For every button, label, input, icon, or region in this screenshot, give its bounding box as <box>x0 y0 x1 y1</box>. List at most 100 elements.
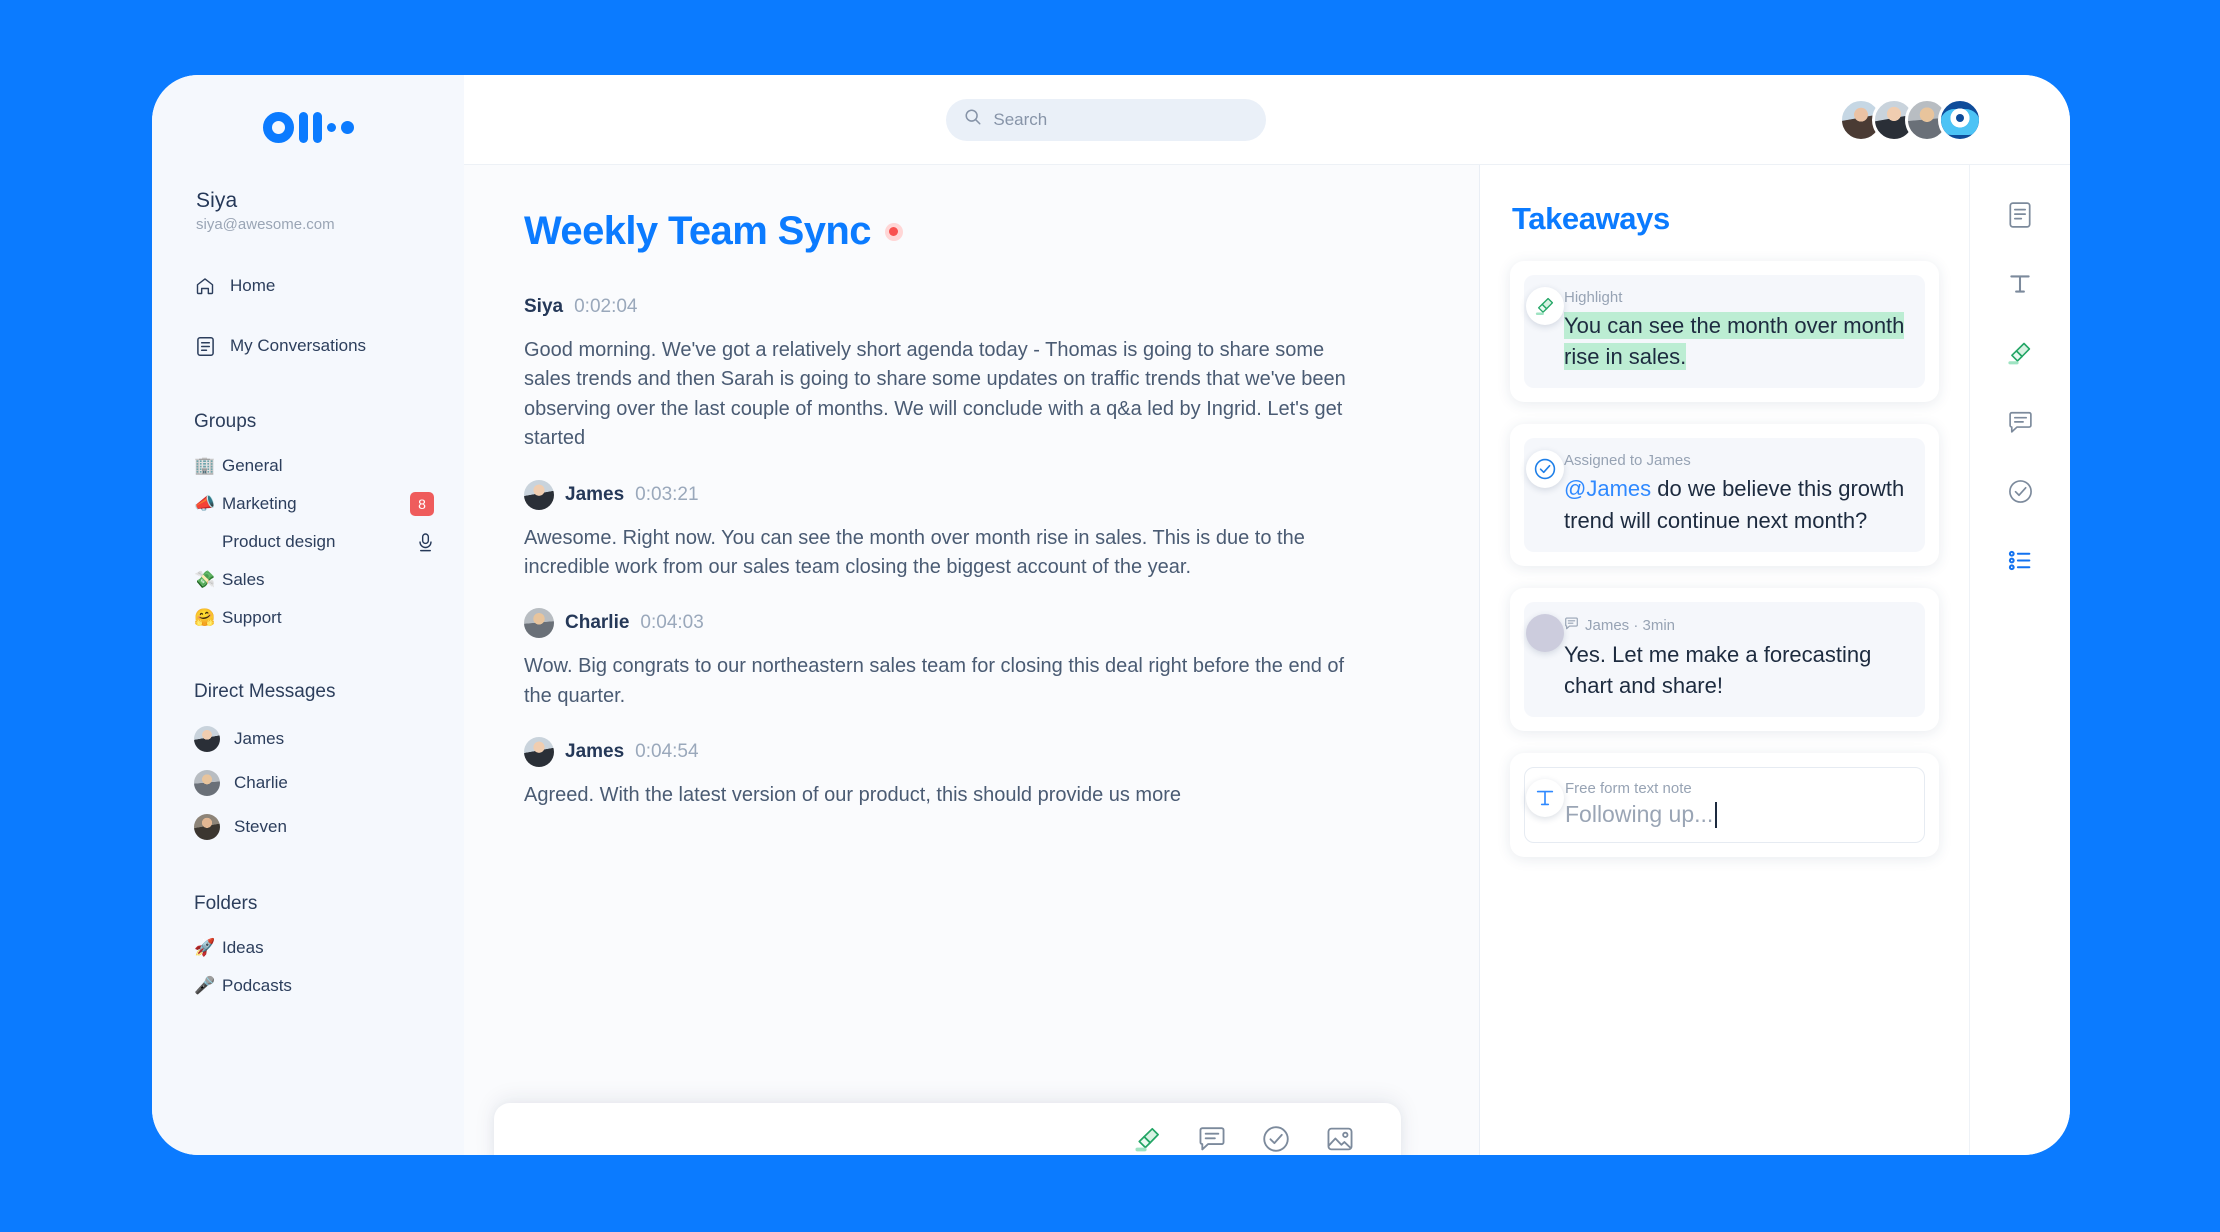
sidebar-group-support-label: Support <box>222 608 282 627</box>
message-header: James 0:03:21 <box>524 479 1401 510</box>
unread-badge: 8 <box>410 492 434 516</box>
page-title: Weekly Team Sync <box>524 209 1401 254</box>
transcript-message[interactable]: Siya 0:02:04 Good morning. We've got a r… <box>524 292 1401 454</box>
note-input[interactable]: Following up... <box>1565 801 1908 828</box>
card-text: @James do we believe this growth trend w… <box>1564 473 1909 535</box>
avatar-james <box>1526 613 1564 652</box>
takeaways-panel: Takeaways Highlight You can see the mont… <box>1480 165 1970 1155</box>
sidebar-group-product-design-label: Product design <box>222 532 336 551</box>
message-timestamp[interactable]: 0:03:21 <box>635 484 698 506</box>
text-icon[interactable] <box>1998 262 2042 306</box>
message-text: Good morning. We've got a relatively sho… <box>524 339 1346 450</box>
takeaway-card-highlight[interactable]: Highlight You can see the month over mon… <box>1510 261 1939 403</box>
comment-icon[interactable] <box>1197 1124 1227 1154</box>
conversations-icon <box>194 336 216 357</box>
sidebar-dm-james[interactable]: James <box>152 717 464 761</box>
text-cursor <box>1715 801 1718 828</box>
sidebar-dm-steven[interactable]: Steven <box>152 805 464 849</box>
floating-action-toolbar <box>494 1103 1401 1155</box>
takeaway-card-comment[interactable]: James · 3min Yes. Let me make a forecast… <box>1510 587 1939 732</box>
sidebar-folder-ideas[interactable]: 🚀 Ideas <box>152 929 464 967</box>
avatar <box>524 479 554 510</box>
takeaway-card-note[interactable]: Free form text note Following up... <box>1510 753 1939 858</box>
sidebar-item-home[interactable]: Home <box>152 265 464 307</box>
sidebar-dm-james-label: James <box>234 729 285 748</box>
transcript-message[interactable]: James 0:03:21 Awesome. Right now. You ca… <box>524 479 1401 583</box>
sidebar-group-general[interactable]: 🏢 General <box>152 447 464 485</box>
message-speaker: Charlie <box>565 612 630 634</box>
takeaway-card-action-item[interactable]: Assigned to James @James do we believe t… <box>1510 424 1939 566</box>
logo-bar-1 <box>298 111 308 143</box>
sidebar-group-product-design[interactable]: Product design <box>152 523 464 561</box>
note-value: Following up... <box>1565 801 1714 828</box>
transcript-panel: Weekly Team Sync Siya 0:02:04 Good morni… <box>464 165 1480 1155</box>
card-text: Yes. Let me make a forecasting chart and… <box>1564 641 1872 699</box>
card-meta-text: James · 3min <box>1585 616 1676 634</box>
message-timestamp[interactable]: 0:04:54 <box>635 741 698 763</box>
card-meta: Assigned to James <box>1564 452 1691 470</box>
highlighter-icon[interactable] <box>1998 331 2042 375</box>
app-window: Siya siya@awesome.com Home My Conversati… <box>152 75 2070 1155</box>
rocket-icon: 🚀 <box>194 938 216 957</box>
logo-o-shape <box>262 111 294 143</box>
logo-dot <box>326 122 336 132</box>
message-timestamp[interactable]: 0:04:03 <box>640 612 703 634</box>
sidebar-dm-charlie[interactable]: Charlie <box>152 761 464 805</box>
user-name: Siya <box>196 189 238 212</box>
highlighted-text: You can see the month over month rise in… <box>1564 312 1905 371</box>
mention-james[interactable]: @James <box>1564 476 1651 501</box>
microphone-icon[interactable] <box>417 532 434 552</box>
sidebar-folder-podcasts-label: Podcasts <box>222 976 292 995</box>
transcript-message[interactable]: Charlie 0:04:03 Wow. Big congrats to our… <box>524 608 1401 711</box>
otter-logo[interactable] <box>152 75 464 165</box>
sidebar-group-support[interactable]: 🤗 Support <box>152 599 464 637</box>
notes-icon[interactable] <box>1998 193 2042 237</box>
message-text: Agreed. With the latest version of our p… <box>524 784 1182 807</box>
takeaways-title: Takeaways <box>1512 201 1670 236</box>
card-body: Assigned to James @James do we believe t… <box>1524 438 1925 552</box>
note-label: Free form text note <box>1565 780 1692 798</box>
otter-logo-mark <box>262 111 354 143</box>
main-column: Search Weekly Team Sync Siya 0:02:04 Goo… <box>464 75 2070 1155</box>
otter-app-icon[interactable] <box>1938 97 1982 142</box>
user-block[interactable]: Siya siya@awesome.com <box>152 165 464 233</box>
search-icon <box>964 108 982 131</box>
folders-section-title: Folders <box>194 893 258 914</box>
note-field[interactable]: Free form text note Following up... <box>1524 767 1925 844</box>
top-bar: Search <box>464 75 2070 165</box>
highlighter-icon[interactable] <box>1133 1124 1163 1154</box>
sidebar-folder-ideas-label: Ideas <box>222 938 264 957</box>
search-input[interactable]: Search <box>946 98 1267 141</box>
avatar <box>194 770 220 796</box>
right-rail-toolbar <box>1970 165 2070 1155</box>
message-timestamp[interactable]: 0:02:04 <box>574 296 637 318</box>
sidebar-group-marketing[interactable]: 📣 Marketing 8 <box>152 485 464 523</box>
card-body: James · 3min Yes. Let me make a forecast… <box>1524 601 1925 718</box>
message-speaker: James <box>565 483 625 505</box>
card-meta: Highlight <box>1564 289 1623 306</box>
check-circle-icon[interactable] <box>1998 469 2042 513</box>
sidebar-group-sales-label: Sales <box>222 570 265 589</box>
logo-pill <box>340 120 354 134</box>
sidebar-group-marketing-label: Marketing <box>222 494 297 513</box>
message-header: Charlie 0:04:03 <box>524 608 1401 639</box>
card-meta: James · 3min <box>1564 616 1909 635</box>
sidebar-item-my-conversations-label: My Conversations <box>230 336 367 355</box>
transcript-message[interactable]: James 0:04:54 Agreed. With the latest ve… <box>524 737 1401 810</box>
comment-icon[interactable] <box>1998 400 2042 444</box>
sidebar-dm-steven-label: Steven <box>234 817 287 836</box>
sidebar-group-sales[interactable]: 💸 Sales <box>152 561 464 599</box>
content-row: Weekly Team Sync Siya 0:02:04 Good morni… <box>464 165 2070 1155</box>
image-icon[interactable] <box>1325 1124 1355 1154</box>
check-circle-icon[interactable] <box>1261 1124 1291 1154</box>
card-text: You can see the month over month rise in… <box>1564 310 1909 372</box>
microphone-emoji-icon: 🎤 <box>194 976 216 995</box>
search-placeholder: Search <box>993 109 1048 129</box>
money-wings-icon: 💸 <box>194 570 216 589</box>
message-header: James 0:04:54 <box>524 737 1401 768</box>
list-icon[interactable] <box>1998 538 2042 582</box>
home-icon <box>194 276 216 296</box>
sidebar-item-my-conversations[interactable]: My Conversations <box>152 325 464 367</box>
sidebar-folder-podcasts[interactable]: 🎤 Podcasts <box>152 967 464 1005</box>
megaphone-icon: 📣 <box>194 494 216 513</box>
